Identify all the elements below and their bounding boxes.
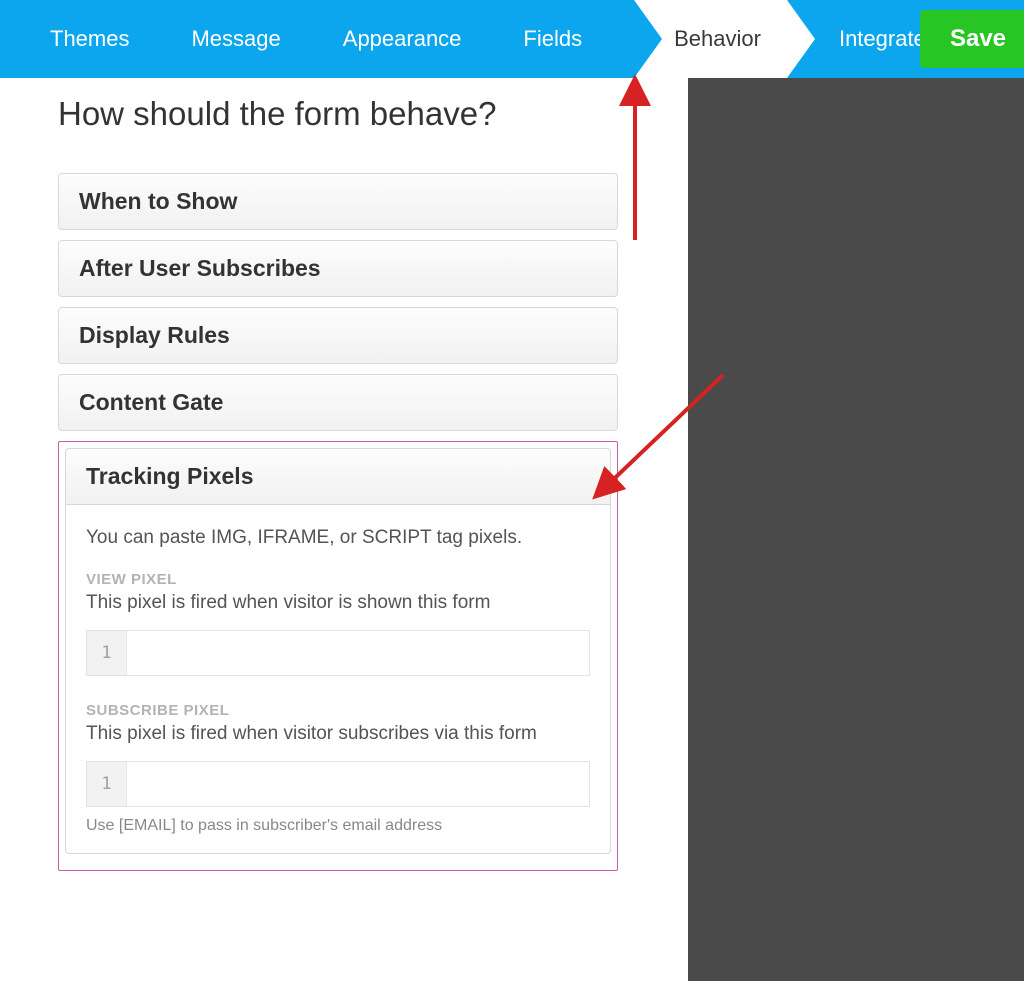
section-display-rules[interactable]: Display Rules (58, 307, 618, 364)
view-pixel-input[interactable] (127, 631, 589, 675)
view-pixel-description: This pixel is fired when visitor is show… (86, 592, 590, 614)
page-title: How should the form behave? (58, 95, 618, 133)
line-number: 1 (87, 631, 127, 675)
nav-tab-behavior[interactable]: Behavior (634, 0, 787, 78)
subscribe-pixel-help: Use [EMAIL] to pass in subscriber's emai… (86, 817, 590, 835)
nav-tab-themes[interactable]: Themes (32, 0, 147, 78)
tracking-pixels-body: You can paste IMG, IFRAME, or SCRIPT tag… (65, 505, 611, 854)
top-nav: Themes Message Appearance Fields Behavio… (0, 0, 1024, 78)
section-title: Tracking Pixels (86, 463, 253, 489)
tracking-pixels-highlight: Tracking Pixels You can paste IMG, IFRAM… (58, 441, 618, 871)
tracking-intro-text: You can paste IMG, IFRAME, or SCRIPT tag… (86, 527, 590, 549)
subscribe-pixel-label: SUBSCRIBE PIXEL (86, 702, 590, 719)
subscribe-pixel-editor: 1 (86, 761, 590, 807)
section-title: Display Rules (79, 322, 230, 348)
save-button[interactable]: Save (920, 10, 1024, 68)
nav-tab-fields[interactable]: Fields (505, 0, 600, 78)
nav-tab-message[interactable]: Message (173, 0, 298, 78)
view-pixel-label: VIEW PIXEL (86, 571, 590, 588)
nav-tab-appearance[interactable]: Appearance (325, 0, 480, 78)
subscribe-pixel-description: This pixel is fired when visitor subscri… (86, 723, 590, 745)
section-content-gate[interactable]: Content Gate (58, 374, 618, 431)
subscribe-pixel-input[interactable] (127, 762, 589, 806)
section-title: When to Show (79, 188, 237, 214)
section-title: After User Subscribes (79, 255, 321, 281)
line-number: 1 (87, 762, 127, 806)
section-after-user-subscribes[interactable]: After User Subscribes (58, 240, 618, 297)
section-tracking-pixels[interactable]: Tracking Pixels (65, 448, 611, 505)
section-when-to-show[interactable]: When to Show (58, 173, 618, 230)
section-title: Content Gate (79, 389, 223, 415)
view-pixel-editor: 1 (86, 630, 590, 676)
preview-panel-dark (688, 75, 1024, 981)
